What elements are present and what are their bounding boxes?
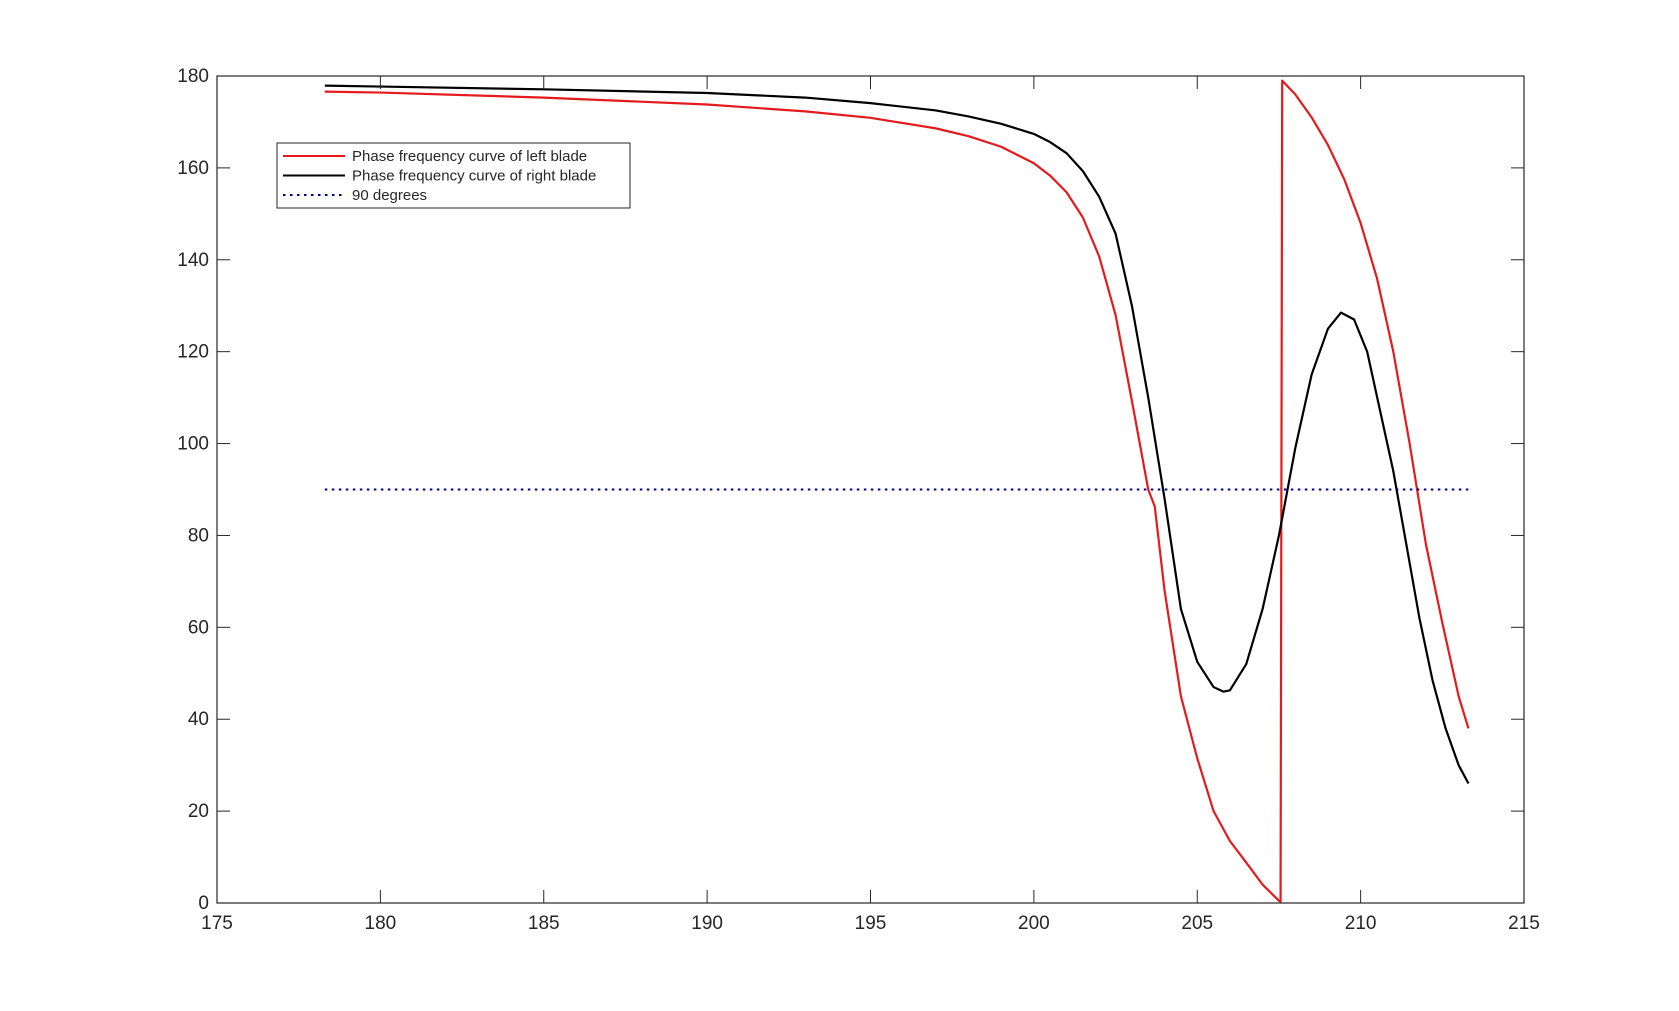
x-tick-label: 200 [1018, 913, 1050, 934]
y-tick-label: 140 [177, 250, 209, 271]
y-tick-label: 180 [177, 66, 209, 87]
y-tick-label: 60 [188, 617, 209, 638]
y-tick-label: 40 [188, 709, 209, 730]
x-tick-label: 180 [365, 913, 397, 934]
x-tick-label: 215 [1508, 913, 1540, 934]
y-tick-label: 20 [188, 801, 209, 822]
y-tick-label: 160 [177, 158, 209, 179]
y-tick-label: 0 [198, 893, 209, 914]
x-tick-label: 205 [1181, 913, 1213, 934]
x-tick-label: 175 [201, 913, 233, 934]
legend-label-1: Phase frequency curve of right blade [352, 168, 596, 185]
chart: 175 180 185 190 195 200 205 210 215 0 20 40 60 80 100 1… [177, 66, 1540, 934]
x-tick-label: 190 [691, 913, 723, 934]
legend-label-0: Phase frequency curve of left blade [352, 148, 587, 165]
legend: Phase frequency curve of left blade Phase… [276, 142, 631, 209]
legend-label-2: 90 degrees [352, 187, 427, 204]
x-tick-label: 185 [528, 913, 560, 934]
x-tick-label: 210 [1345, 913, 1377, 934]
x-tick-label: 195 [855, 913, 887, 934]
y-tick-label: 80 [188, 525, 209, 546]
y-tick-label: 100 [177, 434, 209, 455]
y-tick-label: 120 [177, 342, 209, 363]
